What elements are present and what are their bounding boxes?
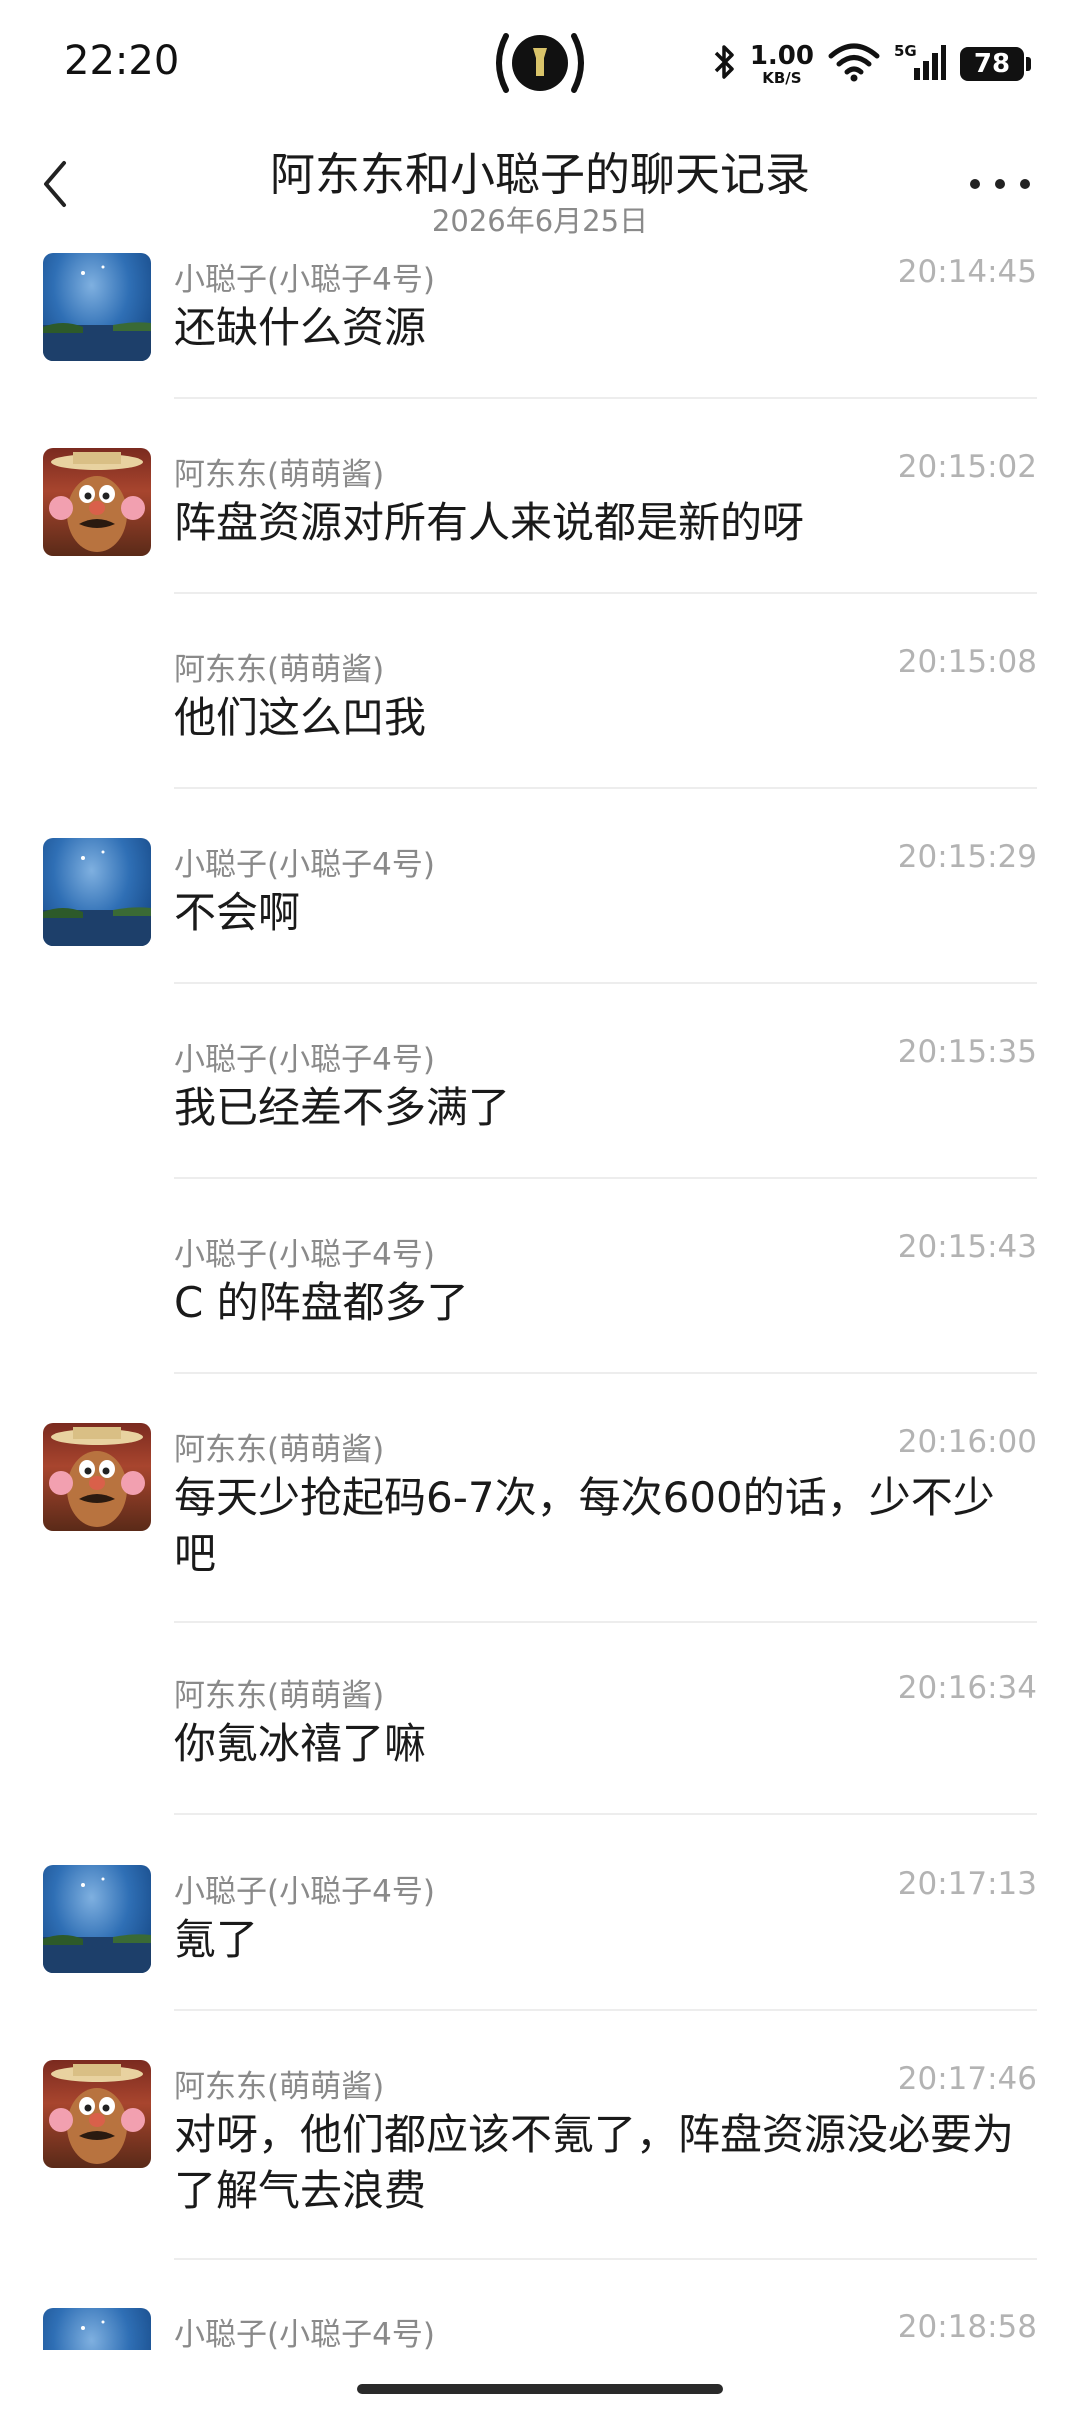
message-time: 20:17:46	[897, 2061, 1037, 2097]
sender-name: 小聪子(小聪子4号)	[174, 2317, 435, 2350]
avatar[interactable]	[43, 1423, 151, 1531]
5g-signal-icon: 5G	[894, 42, 946, 86]
header: 阿东东和小聪子的聊天记录 2026年6月25日	[0, 120, 1080, 250]
sender-name: 阿东东(萌萌酱)	[174, 652, 385, 688]
message-text: 他们这么凹我	[174, 693, 427, 742]
avatar[interactable]	[43, 448, 151, 556]
message-text: 阵盘资源对所有人来说都是新的呀	[174, 498, 805, 547]
message-text: 对呀，他们都应该不氪了，阵盘资源没必要为了解气去浪费	[174, 2110, 1015, 2215]
divider	[174, 2009, 1037, 2011]
sender-name: 阿东东(萌萌酱)	[174, 2069, 385, 2105]
divider	[174, 787, 1037, 789]
message-time: 20:15:08	[897, 644, 1037, 680]
avatar[interactable]	[43, 253, 151, 361]
page-title: 阿东东和小聪子的聊天记录	[269, 148, 810, 201]
sender-name: 小聪子(小聪子4号)	[174, 1237, 435, 1273]
avatar[interactable]	[43, 2308, 151, 2350]
message-time: 20:16:34	[897, 1670, 1037, 1706]
message-list[interactable]: 小聪子(小聪子4号) 20:14:45 还缺什么资源 阿东东(萌萌酱) 20:1…	[0, 250, 1080, 2350]
home-indicator[interactable]	[357, 2384, 723, 2394]
status-time: 22:20	[64, 38, 180, 84]
divider	[174, 982, 1037, 984]
message-text: 我已经差不多满了	[174, 1083, 511, 1132]
divider	[174, 397, 1037, 399]
divider	[174, 1813, 1037, 1815]
avatar[interactable]	[43, 1865, 151, 1973]
bluetooth-icon	[712, 42, 736, 86]
divider	[174, 1621, 1037, 1623]
more-dots-icon[interactable]	[970, 172, 1030, 196]
message-time: 20:14:45	[897, 254, 1037, 290]
message-text: 不会啊	[174, 888, 301, 937]
message-time: 20:15:35	[897, 1034, 1037, 1070]
divider	[174, 2258, 1037, 2260]
message-text: C 的阵盘都多了	[174, 1278, 469, 1327]
network-speed: 1.00 KB/S	[749, 40, 814, 87]
wifi-icon	[828, 42, 880, 86]
message-time: 20:15:43	[897, 1229, 1037, 1265]
message-time: 20:15:29	[897, 839, 1037, 875]
status-bar: 22:20 1.00 KB/S 5G 78	[0, 0, 1080, 120]
message-text: 你氪冰禧了嘛	[174, 1719, 427, 1768]
svg-text:5G: 5G	[894, 42, 917, 60]
avatar[interactable]	[43, 2060, 151, 2168]
sender-name: 小聪子(小聪子4号)	[174, 1042, 435, 1078]
message-time: 20:18:58	[897, 2309, 1037, 2345]
sender-name: 小聪子(小聪子4号)	[174, 847, 435, 883]
message-time: 20:17:13	[897, 1866, 1037, 1902]
divider	[174, 592, 1037, 594]
battery-icon: 78	[960, 47, 1031, 81]
avatar[interactable]	[43, 838, 151, 946]
divider	[174, 1372, 1037, 1374]
chat-date: 2026年6月25日	[431, 204, 649, 238]
divider	[174, 1177, 1037, 1179]
message-text: 还缺什么资源	[174, 303, 427, 352]
message-time: 20:15:02	[897, 449, 1037, 485]
sender-name: 小聪子(小聪子4号)	[174, 262, 435, 298]
message-text: 每天少抢起码6-7次，每次600的话，少不少吧	[174, 1473, 995, 1578]
sender-name: 小聪子(小聪子4号)	[174, 1874, 435, 1910]
flashlight-icon	[484, 28, 596, 98]
message-time: 20:16:00	[897, 1424, 1037, 1460]
sender-name: 阿东东(萌萌酱)	[174, 457, 385, 493]
sender-name: 阿东东(萌萌酱)	[174, 1678, 385, 1714]
sender-name: 阿东东(萌萌酱)	[174, 1432, 385, 1468]
message-text: 氪了	[174, 1915, 259, 1964]
